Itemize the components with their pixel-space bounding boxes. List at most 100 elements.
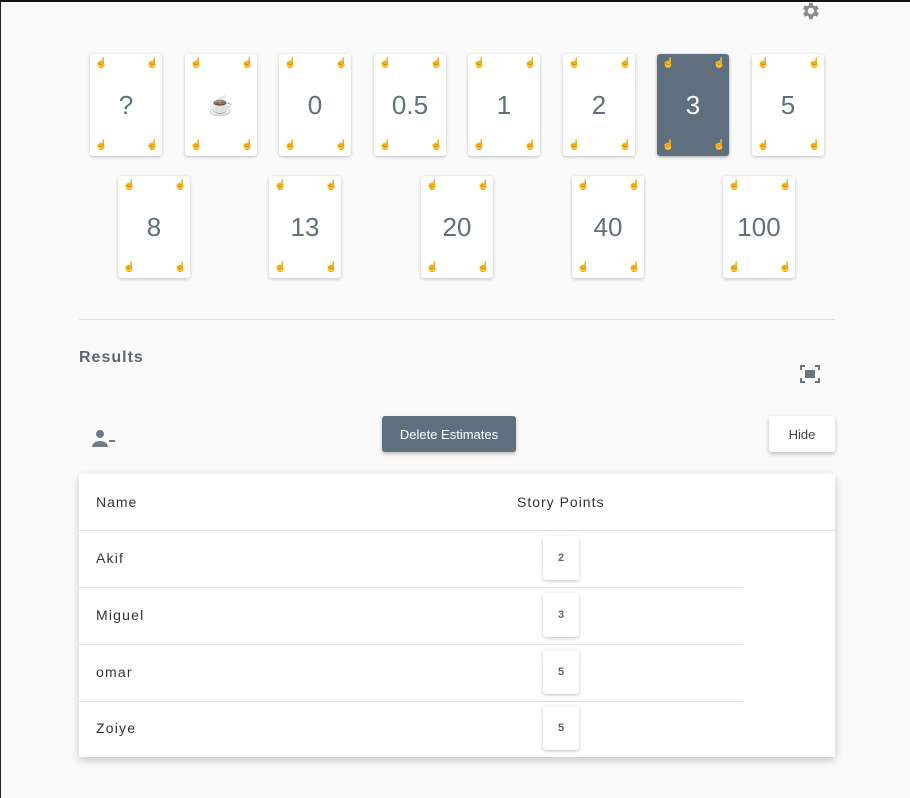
hand-pointer-icon: ☝	[779, 180, 792, 191]
estimate-card-coffee[interactable]: ☝ ☝ ☝ ☝ ☕	[185, 54, 257, 156]
hand-pointer-icon: ☝	[477, 262, 490, 273]
estimate-card-0[interactable]: ☝ ☝ ☝ ☝ 0	[279, 54, 351, 156]
card-value: 1	[496, 89, 512, 120]
hand-pointer-icon: ☝	[284, 140, 297, 151]
hand-pointer-icon: ☝	[174, 180, 187, 191]
hand-pointer-icon: ☝	[473, 140, 486, 151]
hand-pointer-icon: ☝	[619, 140, 632, 151]
hand-pointer-icon: ☝	[426, 262, 439, 273]
estimate-card-13[interactable]: ☝ ☝ ☝ ☝ 13	[269, 176, 341, 278]
remove-user-icon[interactable]	[91, 428, 117, 450]
estimate-card-question[interactable]: ☝ ☝ ☝ ☝ ?	[90, 54, 162, 156]
hand-pointer-icon: ☝	[524, 58, 537, 69]
participant-name: Zoiye	[96, 720, 137, 736]
hand-pointer-icon: ☝	[577, 262, 590, 273]
table-row: omar 5	[79, 644, 835, 701]
hand-pointer-icon: ☝	[241, 140, 254, 151]
hand-pointer-icon: ☝	[274, 180, 287, 191]
section-divider	[79, 319, 835, 320]
hand-pointer-icon: ☝	[757, 140, 770, 151]
hand-pointer-icon: ☝	[379, 58, 392, 69]
hand-pointer-icon: ☝	[662, 58, 675, 69]
estimate-card-2[interactable]: ☝ ☝ ☝ ☝ 2	[563, 54, 635, 156]
card-value: 13	[290, 211, 320, 242]
results-table: Name Story Points Akif 2 Miguel 3 omar 5…	[79, 474, 835, 757]
hand-pointer-icon: ☝	[430, 58, 443, 69]
hand-pointer-icon: ☝	[241, 58, 254, 69]
hand-pointer-icon: ☝	[379, 140, 392, 151]
hand-pointer-icon: ☝	[524, 140, 537, 151]
hand-pointer-icon: ☝	[568, 58, 581, 69]
hand-pointer-icon: ☝	[577, 180, 590, 191]
story-points-value: 2	[543, 536, 579, 580]
estimate-card-0.5[interactable]: ☝ ☝ ☝ ☝ 0.5	[374, 54, 446, 156]
hand-pointer-icon: ☝	[628, 180, 641, 191]
hand-pointer-icon: ☝	[628, 262, 641, 273]
hand-pointer-icon: ☝	[123, 180, 136, 191]
hand-pointer-icon: ☝	[757, 58, 770, 69]
delete-estimates-button[interactable]: Delete Estimates	[382, 416, 516, 452]
card-value: 2	[591, 89, 607, 120]
participant-name: Miguel	[96, 607, 145, 623]
results-title: Results	[79, 349, 144, 366]
card-value: 0	[307, 89, 323, 120]
hand-pointer-icon: ☝	[426, 180, 439, 191]
hand-pointer-icon: ☝	[477, 180, 490, 191]
participant-name: Akif	[96, 550, 125, 566]
hand-pointer-icon: ☝	[662, 140, 675, 151]
hand-pointer-icon: ☝	[95, 58, 108, 69]
column-header-name: Name	[96, 494, 138, 510]
table-row: Akif 2	[79, 530, 835, 587]
hand-pointer-icon: ☝	[728, 262, 741, 273]
hand-pointer-icon: ☝	[190, 140, 203, 151]
card-value: 40	[593, 211, 623, 242]
column-header-story-points: Story Points	[517, 494, 605, 510]
hand-pointer-icon: ☝	[146, 58, 159, 69]
hand-pointer-icon: ☝	[728, 180, 741, 191]
hand-pointer-icon: ☝	[190, 58, 203, 69]
card-value: 0.5	[391, 89, 429, 120]
card-value: 3	[685, 89, 701, 120]
card-value: ?	[118, 89, 134, 120]
estimate-card-3-selected[interactable]: ☝ ☝ ☝ ☝ 3	[657, 54, 729, 156]
hand-pointer-icon: ☝	[325, 180, 338, 191]
hand-pointer-icon: ☝	[713, 58, 726, 69]
hand-pointer-icon: ☝	[123, 262, 136, 273]
fullscreen-icon[interactable]	[799, 364, 821, 384]
hand-pointer-icon: ☝	[95, 140, 108, 151]
estimate-card-40[interactable]: ☝ ☝ ☝ ☝ 40	[572, 176, 644, 278]
story-points-value: 3	[543, 593, 579, 637]
card-value: 100	[737, 211, 781, 242]
table-row: Zoiye 5	[79, 700, 835, 757]
estimate-card-5[interactable]: ☝ ☝ ☝ ☝ 5	[752, 54, 824, 156]
hand-pointer-icon: ☝	[284, 58, 297, 69]
participant-name: omar	[96, 664, 133, 680]
estimate-card-100[interactable]: ☝ ☝ ☝ ☝ 100	[723, 176, 795, 278]
hand-pointer-icon: ☝	[274, 262, 287, 273]
hand-pointer-icon: ☝	[619, 58, 632, 69]
hand-pointer-icon: ☝	[568, 140, 581, 151]
hand-pointer-icon: ☝	[808, 140, 821, 151]
estimate-card-1[interactable]: ☝ ☝ ☝ ☝ 1	[468, 54, 540, 156]
hand-pointer-icon: ☝	[808, 58, 821, 69]
estimate-card-20[interactable]: ☝ ☝ ☝ ☝ 20	[421, 176, 493, 278]
table-row: Miguel 3	[79, 587, 835, 644]
story-points-value: 5	[543, 650, 579, 694]
card-value: 8	[146, 211, 162, 242]
hand-pointer-icon: ☝	[325, 262, 338, 273]
hand-pointer-icon: ☝	[174, 262, 187, 273]
card-value: 5	[780, 89, 796, 120]
hand-pointer-icon: ☝	[335, 140, 348, 151]
gear-icon[interactable]	[798, 0, 822, 22]
hand-pointer-icon: ☝	[713, 140, 726, 151]
hand-pointer-icon: ☝	[146, 140, 159, 151]
card-value: 20	[442, 211, 472, 242]
story-points-value: 5	[543, 706, 579, 750]
hide-button[interactable]: Hide	[769, 416, 835, 452]
hand-pointer-icon: ☝	[335, 58, 348, 69]
estimate-card-8[interactable]: ☝ ☝ ☝ ☝ 8	[118, 176, 190, 278]
coffee-icon: ☕	[208, 94, 234, 117]
hand-pointer-icon: ☝	[430, 140, 443, 151]
hand-pointer-icon: ☝	[779, 262, 792, 273]
hand-pointer-icon: ☝	[473, 58, 486, 69]
